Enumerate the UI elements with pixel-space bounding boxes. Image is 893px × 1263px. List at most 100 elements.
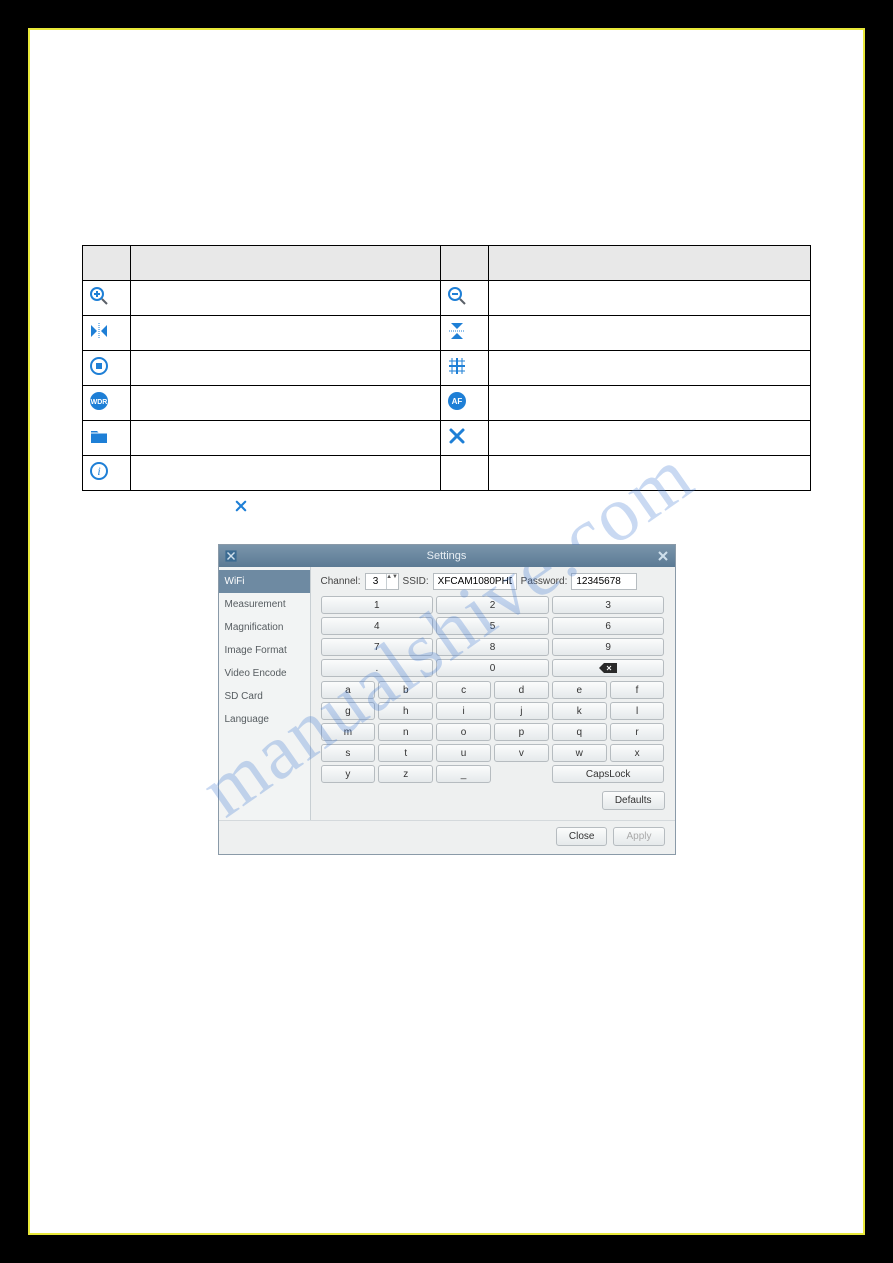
key-f[interactable]: f (610, 681, 665, 699)
fn-info (131, 456, 441, 491)
fn-freeze (131, 351, 441, 386)
sidebar-item-image-format[interactable]: Image Format (219, 639, 310, 662)
sidebar-item-measurement[interactable]: Measurement (219, 593, 310, 616)
key-w[interactable]: w (552, 744, 607, 762)
document-page: manualshive.com (28, 28, 865, 1235)
key-d[interactable]: d (494, 681, 549, 699)
close-button[interactable]: Close (556, 827, 608, 846)
numpad: 1 2 3 4 5 6 7 8 9 . 0 (321, 596, 665, 677)
folder-icon (88, 425, 110, 447)
key-s[interactable]: s (321, 744, 376, 762)
channel-spinner[interactable]: ▲▼ (365, 573, 399, 590)
key-4[interactable]: 4 (321, 617, 434, 635)
key-1[interactable]: 1 (321, 596, 434, 614)
key-e[interactable]: e (552, 681, 607, 699)
channel-input[interactable] (366, 574, 386, 589)
empty-icon-cell (441, 456, 489, 491)
key-x[interactable]: x (610, 744, 665, 762)
zoom-out-icon (446, 285, 468, 307)
key-3[interactable]: 3 (552, 596, 665, 614)
spinner-arrows-icon[interactable]: ▲▼ (386, 574, 398, 589)
table-row (83, 281, 811, 316)
sidebar-item-wifi[interactable]: WiFi (219, 570, 310, 593)
fn-wdr (131, 386, 441, 421)
key-c[interactable]: c (436, 681, 491, 699)
dialog-sidebar: WiFi Measurement Magnification Image For… (219, 567, 311, 820)
key-o[interactable]: o (436, 723, 491, 741)
wdr-icon: WDR (88, 390, 110, 412)
post-table-text (82, 499, 811, 514)
channel-label: Channel: (321, 574, 361, 589)
info-icon: i (88, 460, 110, 482)
key-7[interactable]: 7 (321, 638, 434, 656)
sidebar-item-language[interactable]: Language (219, 708, 310, 731)
ssid-input[interactable] (433, 573, 517, 590)
key-6[interactable]: 6 (552, 617, 665, 635)
zoom-in-icon (88, 285, 110, 307)
table-row (83, 351, 811, 386)
fn-af (489, 386, 811, 421)
key-n[interactable]: n (378, 723, 433, 741)
defaults-button[interactable]: Defaults (602, 791, 665, 810)
key-q[interactable]: q (552, 723, 607, 741)
key-v[interactable]: v (494, 744, 549, 762)
table-row (83, 421, 811, 456)
key-5[interactable]: 5 (436, 617, 549, 635)
key-y[interactable]: y (321, 765, 376, 783)
key-b[interactable]: b (378, 681, 433, 699)
key-t[interactable]: t (378, 744, 433, 762)
key-j[interactable]: j (494, 702, 549, 720)
settings-dialog: Settings WiFi Measurement Magnification … (218, 544, 676, 855)
settings-tool-icon (446, 425, 468, 447)
key-8[interactable]: 8 (436, 638, 549, 656)
key-p[interactable]: p (494, 723, 549, 741)
table-row (83, 316, 811, 351)
table-row: WDR AF (83, 386, 811, 421)
key-0[interactable]: 0 (436, 659, 549, 677)
flip-vertical-icon (446, 320, 468, 342)
fn-folder (131, 421, 441, 456)
key-h[interactable]: h (378, 702, 433, 720)
key-i[interactable]: i (436, 702, 491, 720)
fn-zoom-in (131, 281, 441, 316)
settings-tool-icon (221, 546, 241, 566)
toolbar-icon-table: WDR AF (82, 245, 811, 491)
fn-flip-h (131, 316, 441, 351)
apply-button[interactable]: Apply (613, 827, 664, 846)
col-header-fn-right (489, 246, 811, 281)
close-icon[interactable] (655, 548, 671, 564)
freeze-icon (88, 355, 110, 377)
key-capslock[interactable]: CapsLock (552, 765, 665, 783)
col-header-fn-left (131, 246, 441, 281)
svg-text:WDR: WDR (91, 399, 108, 406)
sidebar-item-video-encode[interactable]: Video Encode (219, 662, 310, 685)
key-g[interactable]: g (321, 702, 376, 720)
page-content: WDR AF (30, 30, 863, 890)
key-dot[interactable]: . (321, 659, 434, 677)
key-backspace[interactable] (552, 659, 665, 677)
password-input[interactable] (571, 573, 637, 590)
key-l[interactable]: l (610, 702, 665, 720)
key-k[interactable]: k (552, 702, 607, 720)
key-9[interactable]: 9 (552, 638, 665, 656)
key-underscore[interactable]: _ (436, 765, 491, 783)
key-u[interactable]: u (436, 744, 491, 762)
fn-zoom-out (489, 281, 811, 316)
key-z[interactable]: z (378, 765, 433, 783)
key-r[interactable]: r (610, 723, 665, 741)
dialog-title: Settings (427, 548, 467, 565)
flip-horizontal-icon (88, 320, 110, 342)
settings-tool-icon (234, 499, 248, 513)
sidebar-item-sd-card[interactable]: SD Card (219, 685, 310, 708)
key-2[interactable]: 2 (436, 596, 549, 614)
key-a[interactable]: a (321, 681, 376, 699)
fn-settings (489, 421, 811, 456)
svg-text:i: i (97, 464, 100, 478)
sidebar-item-magnification[interactable]: Magnification (219, 616, 310, 639)
ssid-label: SSID: (403, 574, 429, 589)
key-m[interactable]: m (321, 723, 376, 741)
dialog-titlebar: Settings (219, 545, 675, 567)
table-row: i (83, 456, 811, 491)
empty-fn-cell (489, 456, 811, 491)
svg-text:AF: AF (452, 397, 463, 406)
